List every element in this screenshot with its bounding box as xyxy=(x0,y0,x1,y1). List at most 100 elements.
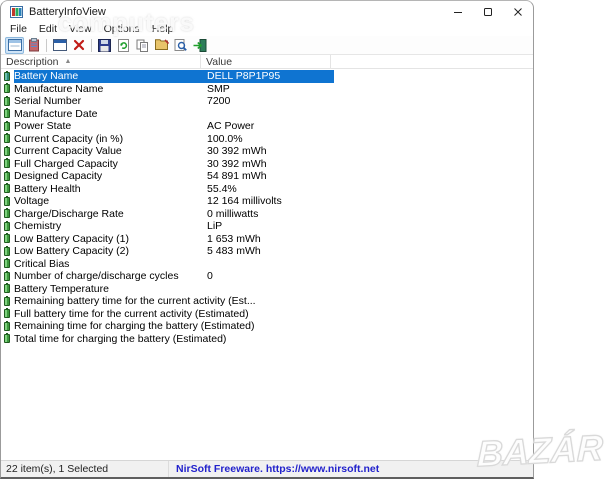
battery-icon xyxy=(4,258,10,269)
sort-ascending-icon: ▲ xyxy=(64,58,72,65)
row-description: Number of charge/discharge cycles xyxy=(14,270,179,282)
battery-icon xyxy=(4,170,10,181)
batteryinfoview-window: BatteryInfoView File Edit View Options H… xyxy=(0,0,534,479)
properties-window-icon[interactable] xyxy=(50,37,69,54)
table-row[interactable]: Battery Temperature xyxy=(1,283,334,296)
table-row[interactable]: Total time for charging the battery (Est… xyxy=(1,333,334,346)
close-button[interactable] xyxy=(503,1,533,23)
table-row[interactable]: Full battery time for the current activi… xyxy=(1,308,334,321)
table-row[interactable]: Low Battery Capacity (2) 5 483 mWh xyxy=(1,245,334,258)
row-value: LiP xyxy=(207,220,223,232)
row-description: Full battery time for the current activi… xyxy=(14,307,249,320)
row-value: 30 392 mWh xyxy=(207,157,267,170)
row-value: AC Power xyxy=(207,120,255,132)
table-row[interactable]: Remaining time for charging the battery … xyxy=(1,320,334,333)
battery-log-view-icon[interactable] xyxy=(24,37,43,54)
row-value: 54 891 mWh xyxy=(207,170,267,182)
battery-info-view-icon[interactable] xyxy=(5,36,24,54)
refresh-icon[interactable] xyxy=(114,37,133,54)
toolbar xyxy=(1,36,533,55)
row-description: Total time for charging the battery (Est… xyxy=(14,332,227,345)
battery-icon xyxy=(4,183,10,194)
title-bar[interactable]: BatteryInfoView xyxy=(1,1,533,23)
app-icon xyxy=(10,6,23,18)
battery-icon xyxy=(4,208,10,219)
row-value: 0 xyxy=(207,270,213,282)
table-row[interactable]: Voltage 12 164 millivolts xyxy=(1,195,334,208)
row-description: Current Capacity (in %) xyxy=(14,132,124,145)
menu-options[interactable]: Options xyxy=(98,23,146,36)
battery-icon xyxy=(4,283,10,294)
column-header-value[interactable]: Value xyxy=(201,55,331,68)
minimize-button[interactable] xyxy=(443,1,473,23)
table-row[interactable]: Battery Name DELL P8P1P95 xyxy=(1,70,334,83)
table-row[interactable]: Full Charged Capacity 30 392 mWh xyxy=(1,158,334,171)
battery-icon xyxy=(4,308,10,319)
row-description: Power State xyxy=(14,120,72,132)
row-value: 100.0% xyxy=(207,132,243,145)
table-row[interactable]: Low Battery Capacity (1) 1 653 mWh xyxy=(1,233,334,246)
row-value: 55.4% xyxy=(207,182,237,195)
list-header: Description ▲ Value xyxy=(1,55,533,69)
row-description: Low Battery Capacity (1) xyxy=(14,232,129,245)
row-description: Designed Capacity xyxy=(14,170,103,182)
menu-file[interactable]: File xyxy=(4,23,33,36)
table-row[interactable]: Serial Number 7200 xyxy=(1,95,334,108)
save-icon[interactable] xyxy=(95,37,114,54)
row-description: Charge/Discharge Rate xyxy=(14,207,124,220)
battery-icon xyxy=(4,108,10,119)
item-properties-icon[interactable] xyxy=(152,37,171,54)
table-row[interactable]: Charge/Discharge Rate 0 milliwatts xyxy=(1,208,334,221)
exit-icon[interactable] xyxy=(190,37,209,54)
menu-view[interactable]: View xyxy=(63,23,98,36)
table-row[interactable]: Designed Capacity 54 891 mWh xyxy=(1,170,334,183)
row-description: Battery Name xyxy=(14,70,204,83)
table-row[interactable]: Battery Health 55.4% xyxy=(1,183,334,196)
table-row[interactable]: Power State AC Power xyxy=(1,120,334,133)
row-value: 7200 xyxy=(207,95,231,107)
toolbar-separator xyxy=(46,38,47,52)
find-icon[interactable] xyxy=(171,37,190,54)
table-row[interactable]: Current Capacity Value 30 392 mWh xyxy=(1,145,334,158)
battery-icon xyxy=(4,245,10,256)
battery-icon xyxy=(4,220,10,231)
menu-bar: File Edit View Options Help xyxy=(1,23,533,36)
battery-icon xyxy=(4,83,10,94)
delete-icon[interactable] xyxy=(69,37,88,54)
table-row[interactable]: Manufacture Name SMP xyxy=(1,83,334,96)
row-description: Remaining battery time for the current a… xyxy=(14,295,256,307)
row-value: 1 653 mWh xyxy=(207,232,261,245)
battery-icon xyxy=(4,320,10,331)
battery-icon xyxy=(4,145,10,156)
row-description: Full Charged Capacity xyxy=(14,157,118,170)
battery-info-list: Battery Name DELL P8P1P95 Manufacture Na… xyxy=(1,69,533,460)
table-row[interactable]: Manufacture Date xyxy=(1,108,334,121)
table-row[interactable]: Chemistry LiP xyxy=(1,220,334,233)
nirsoft-link[interactable]: NirSoft Freeware. https://www.nirsoft.ne… xyxy=(169,463,379,475)
maximize-button[interactable] xyxy=(473,1,503,23)
row-description: Battery Temperature xyxy=(14,282,109,295)
battery-icon xyxy=(4,295,10,306)
table-row[interactable]: Remaining battery time for the current a… xyxy=(1,295,334,308)
battery-icon xyxy=(4,333,10,344)
menu-help[interactable]: Help xyxy=(146,23,180,36)
status-item-count: 22 item(s), 1 Selected xyxy=(1,461,169,477)
battery-icon xyxy=(4,270,10,281)
row-value: 0 milliwatts xyxy=(207,207,259,220)
table-row[interactable]: Current Capacity (in %) 100.0% xyxy=(1,133,334,146)
row-value: SMP xyxy=(207,82,230,95)
row-description: Current Capacity Value xyxy=(14,145,122,157)
row-value: 12 164 millivolts xyxy=(207,195,282,207)
table-row[interactable]: Critical Bias xyxy=(1,258,334,271)
screenshot-stage: BatteryInfoView File Edit View Options H… xyxy=(0,0,605,480)
copy-icon[interactable] xyxy=(133,37,152,54)
table-row[interactable]: Number of charge/discharge cycles 0 xyxy=(1,270,334,283)
battery-icon xyxy=(4,70,10,81)
battery-icon xyxy=(4,120,10,131)
row-description: Critical Bias xyxy=(14,257,70,270)
battery-icon xyxy=(4,133,10,144)
menu-edit[interactable]: Edit xyxy=(33,23,63,36)
row-description: Battery Health xyxy=(14,182,81,195)
row-value: 30 392 mWh xyxy=(207,145,267,157)
column-header-description[interactable]: Description ▲ xyxy=(1,55,201,68)
